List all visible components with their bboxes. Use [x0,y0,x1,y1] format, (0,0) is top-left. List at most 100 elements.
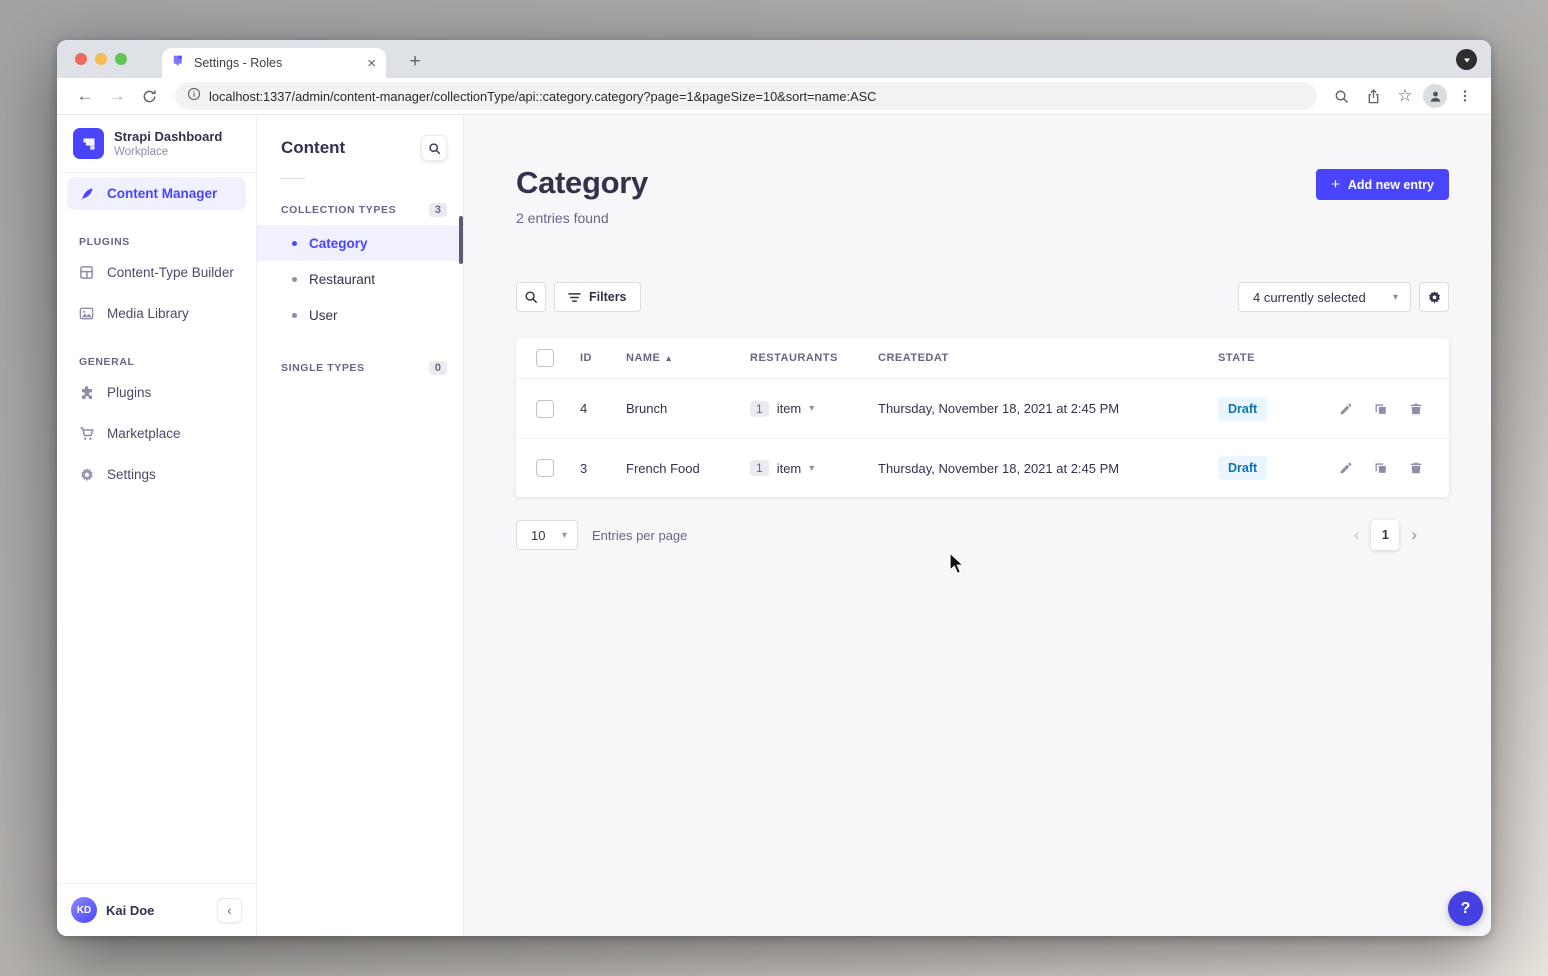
main-content: Category 2 entries found + Add new entry… [464,115,1491,936]
column-header-state[interactable]: STATE [1204,352,1324,364]
puzzle-icon [78,384,95,401]
entries-per-page-select[interactable]: 10 ▾ [516,520,578,550]
sidebar-item-marketplace[interactable]: Marketplace [67,417,246,450]
window-minimize-button[interactable] [95,53,107,65]
browser-actions: ☆ [1327,82,1479,110]
browser-tab-strip: Settings - Roles × + [57,40,1491,78]
previous-page-icon[interactable]: ‹ [1354,525,1360,545]
column-header-id[interactable]: ID [566,352,612,364]
column-header-createdat[interactable]: CREATEDAT [864,352,1204,364]
select-all-checkbox[interactable] [536,349,554,367]
row-checkbox[interactable] [536,400,554,418]
sidebar-item-label: Content-Type Builder [107,265,234,280]
fields-selected-label: 4 currently selected [1253,290,1366,305]
duplicate-icon[interactable] [1373,401,1388,416]
row-checkbox[interactable] [536,459,554,477]
person-icon [1428,89,1443,104]
sidebar-item-media-library[interactable]: Media Library [67,297,246,330]
collection-types-label: COLLECTION TYPES [281,204,396,216]
filter-icon [568,292,581,303]
chevron-down-icon: ▾ [562,530,567,541]
column-header-label: NAME [626,352,660,364]
browser-window: Settings - Roles × + ← → localhost:1337/… [57,40,1491,936]
subnav-item-user[interactable]: User [257,297,463,333]
user-name: Kai Doe [106,903,208,918]
next-page-icon[interactable]: › [1411,525,1417,545]
help-button[interactable]: ? [1448,891,1483,926]
browser-profile-chip[interactable] [1456,49,1477,70]
column-header-restaurants[interactable]: RESTAURANTS [736,352,864,364]
workspace-switcher[interactable]: Strapi Dashboard Workplace [57,115,256,173]
plugins-section-label: PLUGINS [79,236,256,248]
table-row[interactable]: 3 French Food 1 item ▾ Thursday, Novembe… [516,438,1449,497]
delete-trash-icon[interactable] [1408,401,1423,416]
share-icon[interactable] [1359,82,1387,110]
duplicate-icon[interactable] [1373,461,1388,476]
filters-label: Filters [589,290,627,304]
cell-restaurants[interactable]: 1 item ▾ [736,401,864,417]
single-types-count-badge: 0 [429,361,447,375]
user-profile-row: KD Kai Doe ‹ [57,883,256,936]
current-page-button[interactable]: 1 [1371,520,1399,550]
delete-trash-icon[interactable] [1408,461,1423,476]
app-name: Strapi Dashboard [114,129,222,145]
bullet-icon [292,277,297,282]
url-text: localhost:1337/admin/content-manager/col… [209,89,876,104]
collection-types-count-badge: 3 [429,203,447,217]
search-button[interactable] [516,282,546,312]
subnav-item-label: User [309,308,338,323]
sidebar-item-content-manager[interactable]: Content Manager [67,177,246,210]
view-settings-button[interactable] [1419,282,1449,312]
user-avatar[interactable]: KD [71,897,97,923]
sidebar-item-label: Marketplace [107,426,181,441]
back-button[interactable]: ← [72,83,98,109]
chevron-down-icon: ▾ [1393,292,1398,303]
edit-pencil-icon[interactable] [1338,401,1353,416]
site-info-icon[interactable] [187,87,201,106]
subnav-item-category[interactable]: Category [257,225,463,261]
subnav-item-label: Category [309,236,368,251]
bullet-icon [292,241,297,246]
forward-button[interactable]: → [104,83,130,109]
collapse-sidebar-button[interactable]: ‹ [217,898,242,923]
subnav-item-restaurant[interactable]: Restaurant [257,261,463,297]
filters-button[interactable]: Filters [554,282,641,312]
state-badge: Draft [1218,456,1267,480]
sidebar-item-content-type-builder[interactable]: Content-Type Builder [67,256,246,289]
window-close-button[interactable] [75,53,87,65]
chevron-down-icon[interactable]: ▾ [809,403,814,414]
window-maximize-button[interactable] [115,53,127,65]
chevron-down-icon[interactable]: ▾ [809,463,814,474]
browser-tab[interactable]: Settings - Roles × [162,48,386,78]
zoom-icon[interactable] [1327,82,1355,110]
layout-grid-icon [78,264,95,281]
add-new-entry-label: Add new entry [1348,178,1434,192]
reload-button[interactable] [136,83,162,109]
new-tab-button[interactable]: + [401,48,429,76]
plus-icon: + [1331,176,1340,193]
sidebar-item-label: Media Library [107,306,189,321]
cell-restaurants[interactable]: 1 item ▾ [736,460,864,476]
browser-menu-icon[interactable] [1451,82,1479,110]
entries-per-page-value: 10 [531,528,545,543]
shopping-cart-icon [78,425,95,442]
scrollbar-thumb[interactable] [459,216,463,264]
edit-pencil-icon[interactable] [1338,461,1353,476]
strapi-logo-icon [73,128,104,159]
tab-close-icon[interactable]: × [367,55,376,72]
cell-id: 3 [566,461,612,476]
bookmark-star-icon[interactable]: ☆ [1391,82,1419,110]
browser-profile-avatar[interactable] [1423,84,1447,108]
fields-selected-dropdown[interactable]: 4 currently selected ▾ [1238,282,1411,312]
cell-name: Brunch [612,401,736,416]
url-address-bar[interactable]: localhost:1337/admin/content-manager/col… [175,82,1317,110]
entries-count: 2 entries found [516,210,648,226]
sidebar-item-settings[interactable]: Settings [67,458,246,491]
subnav-search-button[interactable] [421,135,447,161]
column-header-name[interactable]: NAME ▴ [612,352,736,364]
sidebar-item-plugins[interactable]: Plugins [67,376,246,409]
add-new-entry-button[interactable]: + Add new entry [1316,169,1449,200]
table-row[interactable]: 4 Brunch 1 item ▾ Thursday, November 18,… [516,379,1449,438]
table-header-row: ID NAME ▴ RESTAURANTS CREATEDAT STATE [516,338,1449,379]
main-sidebar: Strapi Dashboard Workplace Content Manag… [57,115,257,936]
